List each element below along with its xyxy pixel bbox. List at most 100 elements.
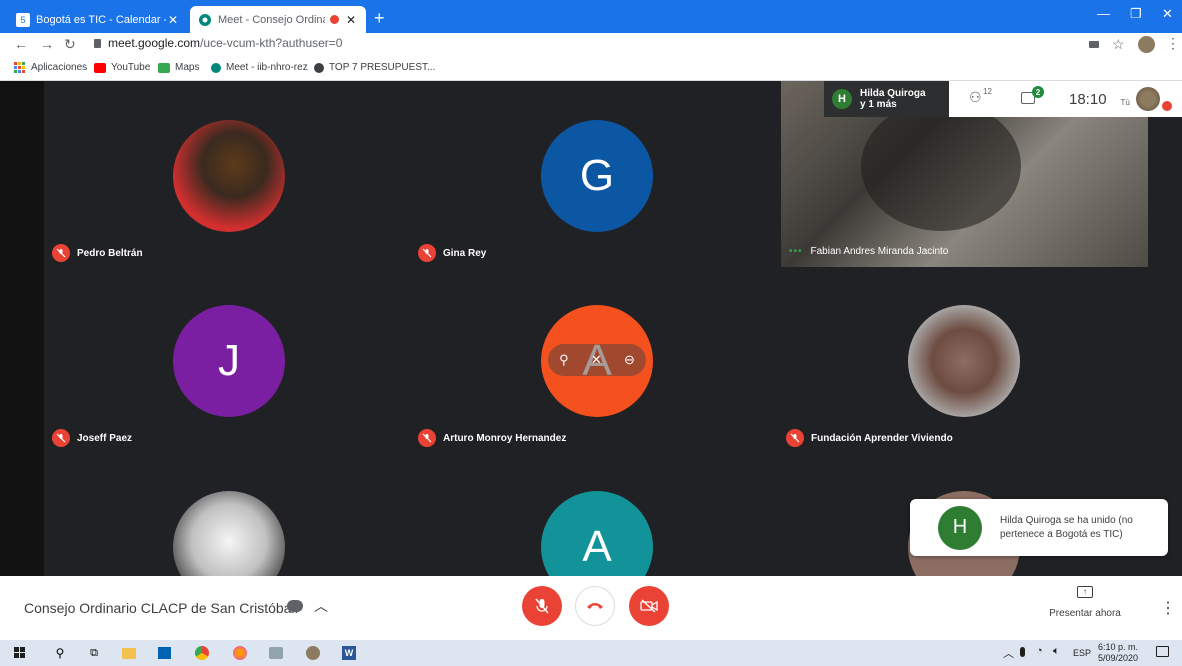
- close-icon[interactable]: ✕: [344, 13, 358, 27]
- participant-name: Fundación Aprender Viviendo: [811, 432, 953, 444]
- hang-up-icon: [587, 603, 603, 609]
- bookmark-top7[interactable]: TOP 7 PRESUPUEST...: [314, 62, 435, 73]
- star-icon[interactable]: ☆: [1112, 36, 1125, 53]
- search-icon[interactable]: ⚲: [52, 645, 68, 661]
- new-tab-button[interactable]: +: [374, 8, 385, 29]
- forward-icon[interactable]: →: [40, 36, 54, 52]
- bookmark-maps[interactable]: Maps: [158, 62, 199, 73]
- remove-participant-icon[interactable]: ⊖: [624, 352, 635, 368]
- chrome-profile-icon[interactable]: [305, 645, 321, 661]
- meeting-title[interactable]: Consejo Ordinario CLACP de San Cristóbal…: [24, 600, 298, 616]
- active-speaker-pill: H Hilda Quiroga y 1 más: [824, 81, 949, 117]
- participant-name: Joseff Paez: [77, 432, 133, 444]
- menu-icon[interactable]: ⋮: [1166, 35, 1180, 52]
- chrome-icon[interactable]: [194, 645, 210, 661]
- participant-avatar-7: [173, 491, 285, 576]
- tab-calendar[interactable]: 5 Bogotá es TIC - Calendar - sábado ✕: [8, 6, 188, 33]
- bookmark-apps[interactable]: Aplicaciones: [14, 62, 87, 73]
- self-avatar[interactable]: [1135, 87, 1160, 111]
- chevron-up-icon[interactable]: ︿: [314, 596, 328, 616]
- bookmark-label: TOP 7 PRESUPUEST...: [329, 62, 436, 73]
- mic-off-icon: [52, 429, 70, 447]
- participant-label: ••• Fabian Andres Miranda Jacinto: [789, 246, 948, 257]
- bookmarks-bar: Aplicaciones YouTube Maps Meet - iib-nhr…: [0, 57, 1182, 81]
- meet-icon: [211, 62, 221, 73]
- wifi-icon[interactable]: ◔: [1036, 645, 1043, 657]
- tile-hover-controls: ⚲ ✕ ⊖: [548, 344, 646, 376]
- participant-name: Gina Rey: [443, 247, 487, 259]
- clock-date: 5/09/2020: [1098, 653, 1139, 663]
- participant-label: Fundación Aprender Viviendo: [786, 429, 953, 447]
- speaker-name: Hilda Quiroga: [860, 88, 926, 99]
- present-label: Presentar ahora: [1049, 608, 1121, 619]
- camera-toggle-button[interactable]: [629, 586, 669, 626]
- mic-toggle-button[interactable]: [522, 586, 562, 626]
- windows-start-icon[interactable]: [12, 645, 28, 661]
- meet-icon: [198, 13, 212, 27]
- tray-chevron-icon[interactable]: ︿: [1003, 645, 1014, 661]
- camera-icon[interactable]: [1089, 41, 1099, 48]
- mic-off-icon: [786, 429, 804, 447]
- task-view-icon[interactable]: ⧉: [86, 645, 102, 661]
- participant-label: Arturo Monroy Hernandez: [418, 429, 566, 447]
- youtube-icon: [94, 62, 106, 73]
- url-domain: meet.google.com: [108, 36, 201, 50]
- clock-time: 6:10 p. m.: [1098, 642, 1139, 652]
- profile-avatar[interactable]: [1138, 36, 1155, 53]
- pin-icon[interactable]: ⚲: [559, 352, 569, 368]
- minimize-icon[interactable]: —: [1097, 6, 1110, 21]
- bookmark-label: Aplicaciones: [31, 62, 88, 73]
- chat-button[interactable]: 2: [1021, 86, 1047, 109]
- meeting-bottom-bar: Consejo Ordinario CLACP de San Cristóbal…: [0, 576, 1182, 640]
- meeting-clock: 18:10: [1069, 90, 1107, 108]
- browser-toolbar: ← → ↻ meet.google.com/uce-vcum-kth?authu…: [0, 33, 1182, 57]
- participant-avatar-gina: G: [541, 120, 653, 232]
- back-icon[interactable]: ←: [14, 36, 28, 52]
- captions-icon[interactable]: [287, 600, 303, 612]
- microphone-icon: [1020, 647, 1025, 657]
- camera-off-icon: [640, 599, 658, 613]
- speaking-dots-icon: •••: [789, 246, 803, 257]
- join-notification: H Hilda Quiroga se ha unido (no pertenec…: [910, 499, 1168, 556]
- close-icon[interactable]: ✕: [166, 13, 180, 27]
- bookmark-youtube[interactable]: YouTube: [94, 62, 150, 73]
- more-options-icon[interactable]: ⋮: [1160, 598, 1176, 618]
- chat-badge: 2: [1032, 86, 1044, 98]
- left-edge: [0, 81, 44, 576]
- people-button[interactable]: ⚇ 12: [969, 87, 999, 109]
- people-icon: ⚇: [969, 89, 982, 105]
- restore-icon[interactable]: ❐: [1130, 6, 1142, 22]
- present-screen-icon: ↑: [1077, 586, 1093, 598]
- file-explorer-icon[interactable]: [121, 645, 137, 661]
- notifications-icon[interactable]: [1156, 646, 1169, 657]
- you-label: Tú: [1120, 97, 1130, 107]
- clock[interactable]: 6:10 p. m. 5/09/2020: [1098, 642, 1138, 664]
- address-bar[interactable]: meet.google.com/uce-vcum-kth?authuser=0: [108, 36, 342, 50]
- lock-icon: [94, 39, 101, 48]
- maps-icon: [158, 62, 170, 73]
- mute-participant-icon[interactable]: ✕: [591, 352, 602, 368]
- leave-call-button[interactable]: [575, 586, 615, 626]
- photos-icon[interactable]: [268, 645, 284, 661]
- reload-icon[interactable]: ↻: [64, 36, 76, 53]
- notification-text: Hilda Quiroga se ha unido (no pertenece …: [1000, 514, 1133, 540]
- participant-label: Gina Rey: [418, 244, 486, 262]
- participant-name: Arturo Monroy Hernandez: [443, 432, 567, 444]
- bookmark-meet[interactable]: Meet - iib-nhro-rez: [211, 62, 308, 73]
- participant-name: Pedro Beltrán: [77, 247, 143, 259]
- volume-icon[interactable]: 🔈︎: [1053, 645, 1060, 658]
- participant-avatar-8: A: [541, 491, 653, 576]
- bookmark-label: YouTube: [111, 62, 151, 73]
- tab-meet[interactable]: Meet - Consejo Ordinario CL ✕: [190, 6, 366, 33]
- close-window-icon[interactable]: ✕: [1162, 6, 1173, 22]
- mic-off-icon: [418, 244, 436, 262]
- word-icon[interactable]: W: [341, 645, 357, 661]
- tab-title: Meet - Consejo Ordinario CL: [218, 13, 325, 26]
- input-language[interactable]: ESP: [1073, 648, 1091, 658]
- present-now-button[interactable]: ↑ Presentar ahora: [1040, 586, 1130, 634]
- store-icon[interactable]: [156, 645, 172, 661]
- bookmark-label: Meet - iib-nhro-rez: [226, 62, 308, 73]
- participant-avatar-pedro: [173, 120, 285, 232]
- calendar-icon: 5: [16, 12, 30, 27]
- firefox-icon[interactable]: [232, 645, 248, 661]
